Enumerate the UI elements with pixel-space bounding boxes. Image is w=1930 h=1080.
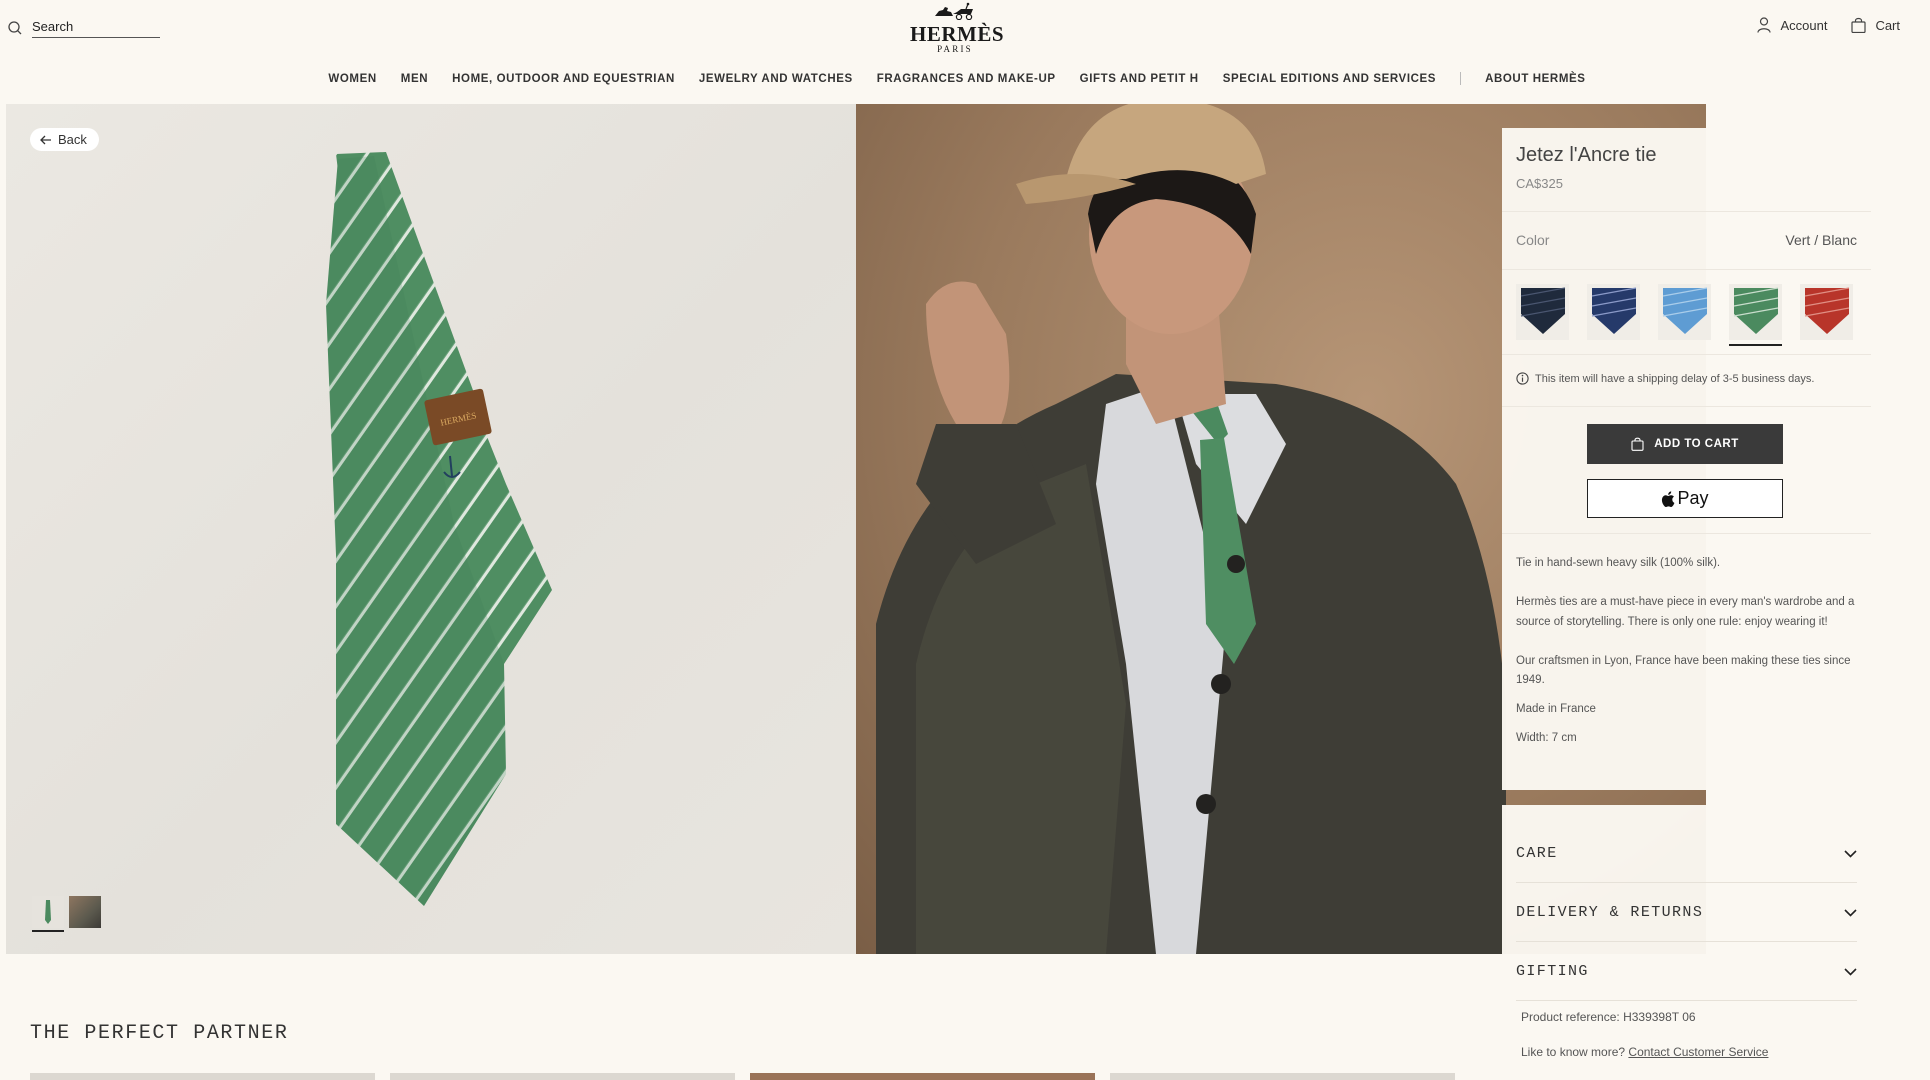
product-title: Jetez l'Ancre tie (1516, 144, 1657, 166)
partner-product-card[interactable] (30, 1073, 375, 1080)
product-reference: Product reference: H339398T 06 (1521, 1010, 1696, 1024)
chevron-down-icon (1844, 967, 1857, 976)
shopping-bag-icon (1631, 437, 1644, 451)
accordion-care-label: CARE (1516, 845, 1558, 862)
add-to-cart-label: ADD TO CART (1654, 438, 1739, 450)
info-icon (1516, 372, 1529, 385)
nav-item-home-outdoor-equestrian[interactable]: HOME, OUTDOOR AND EQUESTRIAN (440, 73, 687, 85)
search-bar[interactable] (8, 17, 160, 38)
tie-swatch-icon (1662, 287, 1707, 334)
product-reference-label: Product reference: (1521, 1010, 1620, 1024)
accordion-gifting[interactable]: GIFTING (1516, 943, 1857, 1001)
divider (1502, 269, 1871, 270)
thumbnail-strip (32, 896, 101, 932)
hermes-logo[interactable]: HERMÈS PARIS (910, 2, 1005, 54)
description-line: Width: 7 cm (1516, 732, 1577, 744)
accordion-care[interactable]: CARE (1516, 825, 1857, 883)
nav-item-men[interactable]: MEN (389, 73, 440, 85)
contact-customer-service-link[interactable]: Contact Customer Service (1628, 1045, 1768, 1059)
back-label: Back (58, 132, 87, 147)
apple-pay-button[interactable]: Pay (1587, 479, 1783, 518)
swatch-red[interactable] (1800, 284, 1853, 340)
tie-thumbnail-icon (45, 900, 51, 924)
swatch-navy-dark[interactable] (1516, 284, 1569, 340)
color-label: Color (1516, 232, 1550, 248)
swatch-navy-stripe[interactable] (1587, 284, 1640, 340)
nav-item-about-hermes[interactable]: ABOUT HERMÈS (1473, 73, 1597, 85)
product-price: CA$325 (1516, 176, 1563, 191)
chevron-down-icon (1844, 908, 1857, 917)
tie-product-image[interactable]: HERMÈS Back (6, 104, 856, 954)
pay-label: Pay (1677, 488, 1709, 508)
main-navigation: WOMEN MEN HOME, OUTDOOR AND EQUESTRIAN J… (0, 72, 1930, 85)
nav-item-women[interactable]: WOMEN (316, 73, 388, 85)
nav-item-gifts-petit-h[interactable]: GIFTS AND PETIT H (1068, 73, 1211, 85)
divider (1502, 533, 1871, 534)
description-line: Tie in hand-sewn heavy silk (100% silk). (1516, 557, 1721, 569)
site-header: HERMÈS PARIS Account Cart (0, 0, 1930, 60)
description-line: Our craftsmen in Lyon, France have been … (1516, 654, 1851, 687)
cart-link[interactable]: Cart (1851, 17, 1900, 33)
tie-swatch-icon (1804, 287, 1849, 334)
add-to-cart-button[interactable]: ADD TO CART (1587, 424, 1783, 464)
nav-divider (1460, 72, 1462, 85)
swatch-sky-blue[interactable] (1658, 284, 1711, 340)
color-row: Color Vert / Blanc (1516, 232, 1857, 248)
accordion-delivery-label: DELIVERY & RETURNS (1516, 904, 1704, 921)
know-more-label: Like to know more? (1521, 1045, 1626, 1059)
tie-swatch-icon (1591, 287, 1636, 334)
divider (1502, 406, 1871, 407)
partner-product-card[interactable] (390, 1073, 735, 1080)
nav-item-special-editions[interactable]: SPECIAL EDITIONS AND SERVICES (1211, 73, 1448, 85)
product-description: Tie in hand-sewn heavy silk (100% silk).… (1516, 554, 1856, 758)
user-icon (1757, 17, 1772, 33)
accordion-delivery-returns[interactable]: DELIVERY & RETURNS (1516, 884, 1857, 942)
shipping-note: This item will have a shipping delay of … (1516, 372, 1814, 385)
perfect-partner-products (30, 1073, 1455, 1080)
back-button[interactable]: Back (30, 128, 99, 151)
partner-product-card[interactable] (750, 1073, 1095, 1080)
horse-carriage-logo-icon (935, 2, 973, 21)
search-icon (8, 20, 22, 34)
apple-icon (1662, 490, 1675, 507)
product-details-panel: Jetez l'Ancre tie CA$325 Color Vert / Bl… (1502, 128, 1871, 790)
accordion-gifting-label: GIFTING (1516, 963, 1589, 980)
logo-wordmark: HERMÈS (910, 22, 1005, 46)
description-line: Made in France (1516, 703, 1596, 715)
nav-item-jewelry-watches[interactable]: JEWELRY AND WATCHES (687, 73, 865, 85)
thumbnail-model[interactable] (69, 896, 101, 928)
shopping-bag-icon (1851, 17, 1867, 33)
swatch-vert-selected[interactable] (1729, 284, 1782, 346)
cart-label: Cart (1875, 17, 1900, 33)
color-swatches (1516, 284, 1853, 346)
nav-item-fragrances-makeup[interactable]: FRAGRANCES AND MAKE-UP (865, 73, 1068, 85)
tie-swatch-icon (1733, 287, 1778, 334)
account-label: Account (1780, 17, 1828, 33)
description-line: Hermès ties are a must-have piece in eve… (1516, 596, 1855, 628)
product-gallery: HERMÈS Back (6, 104, 1706, 954)
thumbnail-tie[interactable] (32, 896, 64, 932)
product-info-accordion: CARE DELIVERY & RETURNS GIFTING Product … (1502, 805, 1871, 1080)
search-input[interactable] (32, 17, 160, 38)
tie-illustration: HERMÈS (326, 152, 552, 906)
perfect-partner-heading: THE PERFECT PARTNER (30, 1022, 289, 1045)
product-reference-value: H339398T 06 (1623, 1010, 1696, 1024)
color-value: Vert / Blanc (1785, 232, 1857, 248)
shipping-note-text: This item will have a shipping delay of … (1535, 372, 1815, 385)
tie-swatch-icon (1520, 287, 1565, 334)
divider (1502, 354, 1871, 355)
account-link[interactable]: Account (1757, 17, 1827, 33)
partner-product-card[interactable] (1110, 1073, 1455, 1080)
chevron-down-icon (1844, 849, 1857, 858)
arrow-left-icon (40, 135, 51, 144)
divider (1502, 211, 1871, 212)
know-more: Like to know more? Contact Customer Serv… (1521, 1045, 1768, 1059)
